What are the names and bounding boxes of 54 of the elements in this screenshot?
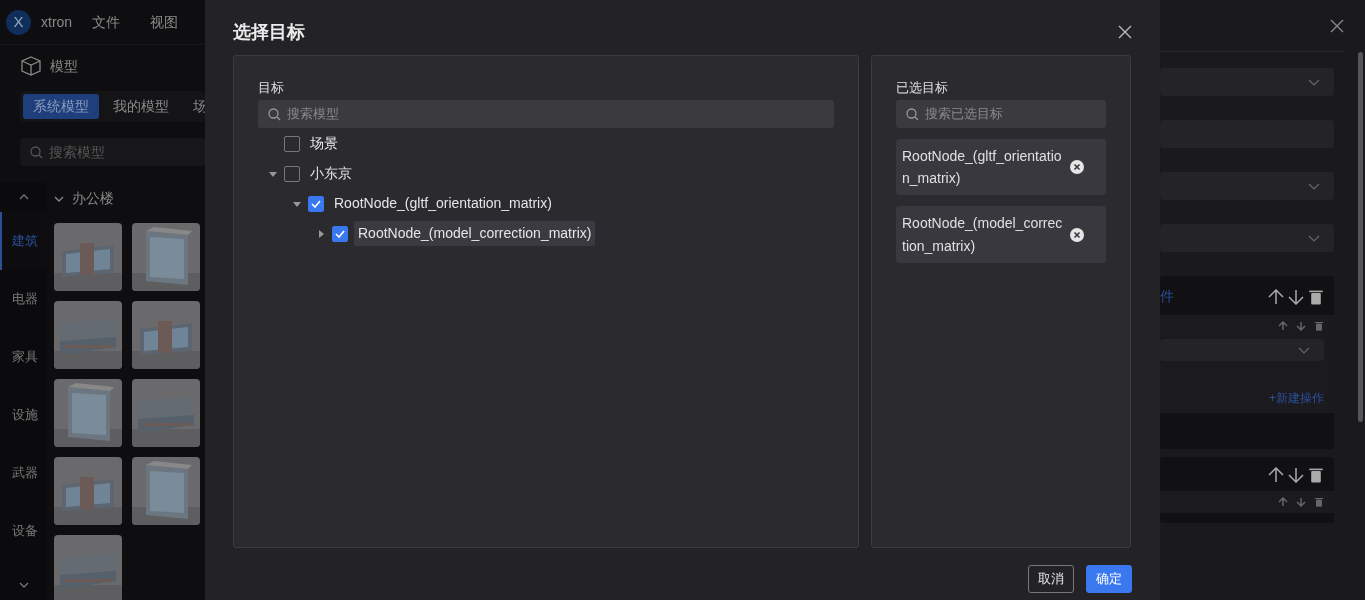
checkbox[interactable]	[308, 195, 324, 212]
selected-chip: RootNode_(model_correction_matrix)	[896, 206, 1106, 264]
close-icon[interactable]	[1118, 25, 1132, 39]
checkbox[interactable]	[332, 225, 348, 242]
category-tab[interactable]: 武器	[0, 444, 47, 502]
chevron-down-icon	[1298, 346, 1310, 354]
checkbox[interactable]	[284, 135, 300, 152]
category-tab[interactable]: 家具	[0, 328, 47, 386]
menu-item[interactable]: 视图	[140, 11, 189, 33]
dialog-button[interactable]: 取消	[1028, 565, 1074, 593]
dialog-title: 选择目标	[233, 20, 305, 44]
arrow-up-icon[interactable]	[1268, 288, 1284, 305]
selected-chip: RootNode_(gltf_orientation_matrix)	[896, 138, 1106, 196]
search-icon	[268, 107, 281, 121]
trash-icon[interactable]	[1308, 467, 1324, 483]
close-icon[interactable]	[1330, 18, 1344, 33]
remove-icon[interactable]	[1070, 159, 1084, 174]
trash-icon[interactable]	[1308, 288, 1324, 305]
tab[interactable]: 我的模型	[103, 94, 179, 119]
panel-title: 模型	[50, 56, 78, 76]
category-tab[interactable]: 设施	[0, 386, 47, 444]
checkbox[interactable]	[284, 165, 300, 182]
tree-item[interactable]: RootNode_(gltf_orientation_matrix)	[330, 191, 556, 216]
chevron-down-icon	[1308, 182, 1320, 190]
group-title[interactable]: 办公楼	[72, 188, 114, 209]
tree-item[interactable]: RootNode_(model_correction_matrix)	[354, 221, 596, 246]
chevron-down-icon[interactable]	[18, 582, 29, 588]
check-icon	[311, 199, 321, 208]
search-field[interactable]: 搜索已选目标	[896, 99, 1106, 128]
scrollbar[interactable]	[1358, 52, 1363, 422]
app-name: xtron	[41, 12, 73, 32]
check-icon	[335, 229, 345, 238]
arrow-up-icon[interactable]	[1268, 467, 1284, 483]
category-tab[interactable]: 电器	[0, 270, 47, 328]
section-label: 目标	[258, 79, 285, 97]
category-tab[interactable]: 设备	[0, 502, 47, 560]
arrow-down-icon[interactable]	[1288, 467, 1304, 483]
cube-icon	[20, 55, 42, 77]
caret-right-icon[interactable]	[316, 228, 326, 239]
tab[interactable]: 系统模型	[23, 94, 99, 119]
menu-item[interactable]: 文件	[82, 11, 131, 33]
logo[interactable]: X	[6, 9, 31, 35]
chevron-down-icon	[1308, 78, 1320, 86]
search-icon	[30, 145, 43, 159]
tree-item[interactable]: 场景	[306, 131, 342, 156]
section-label: 已选目标	[896, 79, 949, 97]
search-icon	[906, 107, 919, 121]
tree-item[interactable]: 小东京	[306, 161, 356, 186]
chevron-down-icon	[1308, 234, 1320, 242]
arrow-down-icon[interactable]	[1288, 288, 1304, 305]
remove-icon[interactable]	[1070, 227, 1084, 242]
search-field[interactable]: 搜索模型	[258, 99, 834, 128]
chevron-up-icon[interactable]	[18, 194, 29, 200]
dialog-button[interactable]: 确定	[1086, 565, 1132, 593]
